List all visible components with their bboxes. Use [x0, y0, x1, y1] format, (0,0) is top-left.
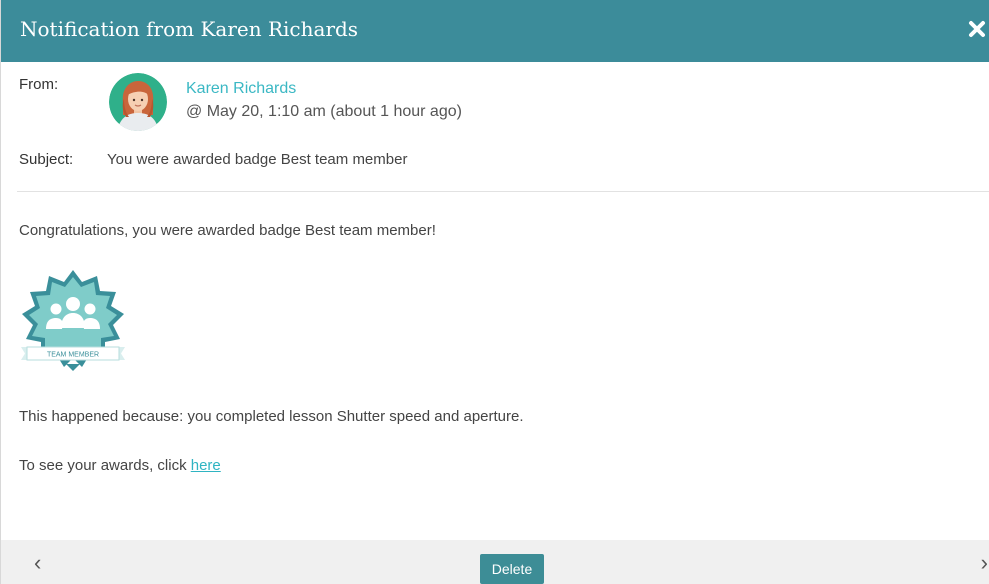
sent-timestamp: @ May 20, 1:10 am (about 1 hour ago)	[186, 103, 462, 120]
badge-label: TEAM MEMBER	[47, 352, 99, 359]
avatar	[109, 73, 167, 131]
awards-prefix-text: To see your awards, click	[19, 457, 191, 474]
close-button[interactable]	[966, 14, 988, 44]
avatar-woman-icon	[109, 73, 167, 131]
modal-header: Notification from Karen Richards	[1, 0, 989, 62]
team-member-badge-icon: TEAM MEMBER	[21, 270, 125, 371]
subject-text: You were awarded badge Best team member	[107, 151, 408, 168]
reason-message: This happened because: you completed les…	[19, 408, 524, 425]
awards-here-link[interactable]: here	[191, 457, 221, 474]
modal-footer: ‹ Delete ›	[1, 540, 989, 584]
delete-button[interactable]: Delete	[480, 554, 544, 584]
divider	[17, 191, 989, 192]
subject-label: Subject:	[19, 151, 74, 168]
modal-title: Notification from Karen Richards	[20, 17, 359, 41]
chevron-right-icon[interactable]: ›	[981, 552, 988, 574]
awards-line: To see your awards, click here	[19, 457, 221, 474]
notification-modal: Notification from Karen Richards From: K…	[0, 0, 989, 584]
congrats-message: Congratulations, you were awarded badge …	[19, 222, 436, 239]
chevron-left-icon[interactable]: ‹	[34, 552, 41, 574]
close-icon	[969, 21, 985, 37]
sender-name-link[interactable]: Karen Richards	[186, 80, 296, 98]
from-label: From:	[19, 76, 59, 93]
badge-image: TEAM MEMBER	[19, 268, 127, 374]
